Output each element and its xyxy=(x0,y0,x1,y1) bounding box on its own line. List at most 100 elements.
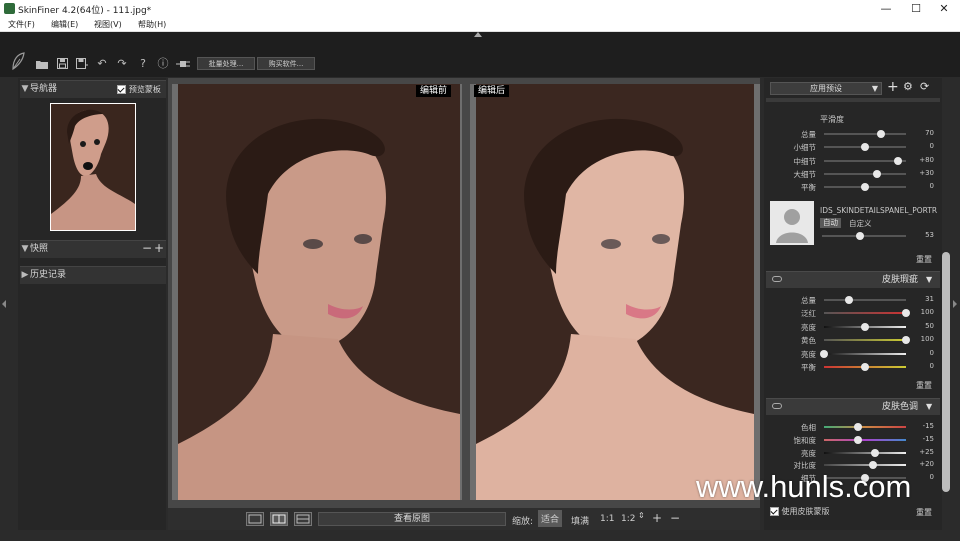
zoom-fill-button[interactable]: 填满 xyxy=(571,514,589,527)
split-horizontal-view-icon[interactable] xyxy=(294,512,312,526)
zoom-1-1-button[interactable]: 1:1 xyxy=(600,514,614,524)
smooth-slider[interactable] xyxy=(824,143,906,152)
smooth-label: 平衡 xyxy=(801,183,816,193)
zoom-fit-button[interactable]: 适合 xyxy=(538,510,563,527)
save-as-icon[interactable] xyxy=(75,57,89,71)
history-header[interactable]: ▶ 历史记录 xyxy=(20,266,166,284)
collapse-left-arrow-icon[interactable] xyxy=(2,300,6,308)
tone-value: +20 xyxy=(919,460,934,469)
menu-view[interactable]: 视图(V) xyxy=(94,19,122,30)
blemish-label: 黄色 xyxy=(801,336,816,346)
plugin-icon[interactable] xyxy=(176,57,190,71)
app-icon xyxy=(4,3,15,14)
tone-value: 0 xyxy=(929,473,934,482)
zoom-in-button[interactable]: + xyxy=(652,511,662,525)
menu-help[interactable]: 帮助(H) xyxy=(138,19,166,30)
preview-mask-checkbox[interactable] xyxy=(117,85,126,94)
zoom-1-2-button[interactable]: 1:2 xyxy=(621,514,635,524)
dropdown-arrow-icon: ▼ xyxy=(871,84,878,93)
snapshot-add-button[interactable]: + xyxy=(154,240,164,257)
blemish-slider-knob[interactable] xyxy=(861,363,869,371)
close-button[interactable]: ✕ xyxy=(934,2,954,15)
blemish-slider[interactable] xyxy=(824,336,910,345)
redo-icon[interactable]: ↷ xyxy=(115,57,129,71)
title-bar: SkinFiner 4.2(64位) - 111.jpg* — ☐ ✕ xyxy=(0,0,960,18)
blemish-slider[interactable] xyxy=(824,296,906,304)
tone-slider[interactable] xyxy=(824,423,906,431)
collapse-top-arrow-icon[interactable] xyxy=(474,32,482,37)
add-preset-icon[interactable]: + xyxy=(887,79,899,95)
tone-reset-button[interactable]: 重置 xyxy=(916,507,932,518)
maximize-button[interactable]: ☐ xyxy=(906,2,926,15)
portrait-slider[interactable] xyxy=(822,232,906,240)
buy-software-button[interactable]: 购买软件... xyxy=(257,57,315,70)
smooth-slider[interactable] xyxy=(824,130,906,138)
portrait-slider-knob[interactable] xyxy=(855,232,864,240)
tone-label: 亮度 xyxy=(801,448,816,458)
settings-gear-icon[interactable]: ⚙ xyxy=(903,80,913,93)
menu-file[interactable]: 文件(F) xyxy=(8,19,35,30)
smooth-slider[interactable] xyxy=(824,183,906,192)
blemish-header[interactable]: 皮肤瑕疵 ▼ xyxy=(766,271,940,288)
smooth-label: 大细节 xyxy=(793,169,817,179)
smooth-slider[interactable] xyxy=(824,156,906,165)
right-panel-scrollbar[interactable] xyxy=(942,252,950,492)
tone-label: 饱和度 xyxy=(793,435,817,445)
undo-icon[interactable]: ↶ xyxy=(95,57,109,71)
smooth-reset-button[interactable]: 重置 xyxy=(916,254,932,265)
navigator-header[interactable]: ▼ 导航器 预览蒙板 xyxy=(20,80,166,98)
view-original-button[interactable]: 查看原图 xyxy=(318,512,506,526)
minimize-button[interactable]: — xyxy=(876,2,896,15)
navigator-label: 导航器 xyxy=(30,84,58,94)
tone-header[interactable]: 皮肤色调 ▼ xyxy=(766,398,940,415)
before-tag: 编辑前 xyxy=(416,85,452,97)
collapse-right-arrow-icon[interactable] xyxy=(953,300,957,308)
blemish-slider[interactable] xyxy=(820,349,906,358)
snapshots-header[interactable]: ▼ 快照 − + xyxy=(20,240,166,258)
blemish-value: 31 xyxy=(925,295,934,303)
tone-slider[interactable] xyxy=(824,448,906,457)
zoom-stepper-icon[interactable]: ⇕ xyxy=(638,511,645,520)
collapse-triangle-icon: ▼ xyxy=(21,244,29,254)
batch-process-button[interactable]: 批量处理... xyxy=(197,57,255,70)
open-folder-icon[interactable] xyxy=(35,57,49,71)
blemish-slider[interactable] xyxy=(824,309,910,318)
blemish-slider-knob[interactable] xyxy=(820,349,828,358)
preview-mask-toggle[interactable]: 预览蒙板 xyxy=(117,81,161,99)
single-view-icon[interactable] xyxy=(246,512,264,526)
blemish-slider-knob[interactable] xyxy=(861,322,869,331)
save-icon[interactable] xyxy=(55,57,69,71)
custom-label[interactable]: 自定义 xyxy=(849,218,872,229)
help-icon[interactable]: ? xyxy=(136,57,150,71)
tone-slider-knob[interactable] xyxy=(870,448,879,457)
blemish-slider[interactable] xyxy=(824,363,906,371)
preset-dropdown[interactable]: 应用预设 ▼ xyxy=(770,82,882,95)
after-image[interactable] xyxy=(476,84,754,500)
blemish-label: 亮度 xyxy=(801,349,816,359)
before-image[interactable] xyxy=(178,84,460,500)
snapshot-remove-button[interactable]: − xyxy=(142,240,152,257)
portrait-value: 53 xyxy=(925,231,934,239)
portrait-avatar[interactable] xyxy=(770,201,814,245)
zoom-out-button[interactable]: − xyxy=(670,511,680,525)
blemish-reset-button[interactable]: 重置 xyxy=(916,380,932,391)
split-vertical-view-icon[interactable] xyxy=(270,512,288,526)
collapse-triangle-icon[interactable]: ▼ xyxy=(926,272,932,288)
use-skin-mask-toggle[interactable]: 使用皮肤蒙版 xyxy=(770,506,830,517)
menu-edit[interactable]: 编辑(E) xyxy=(51,19,78,30)
refresh-icon[interactable]: ⟳ xyxy=(920,80,929,93)
smooth-slider-knob[interactable] xyxy=(893,156,902,165)
use-skin-mask-checkbox[interactable] xyxy=(770,507,779,516)
collapse-triangle-icon[interactable]: ▼ xyxy=(926,399,932,415)
auto-button[interactable]: 自动 xyxy=(820,218,841,228)
tone-toggle-icon[interactable] xyxy=(772,403,782,409)
blemish-title: 皮肤瑕疵 xyxy=(882,275,919,285)
blemish-toggle-icon[interactable] xyxy=(772,276,782,282)
info-icon[interactable]: ⓘ xyxy=(156,57,170,71)
navigator-thumbnail[interactable] xyxy=(50,103,136,231)
blemish-slider[interactable] xyxy=(824,322,906,331)
tone-slider[interactable] xyxy=(824,461,906,470)
blemish-value: 0 xyxy=(929,348,934,357)
tone-slider[interactable] xyxy=(824,435,906,444)
smooth-slider[interactable] xyxy=(824,169,906,178)
